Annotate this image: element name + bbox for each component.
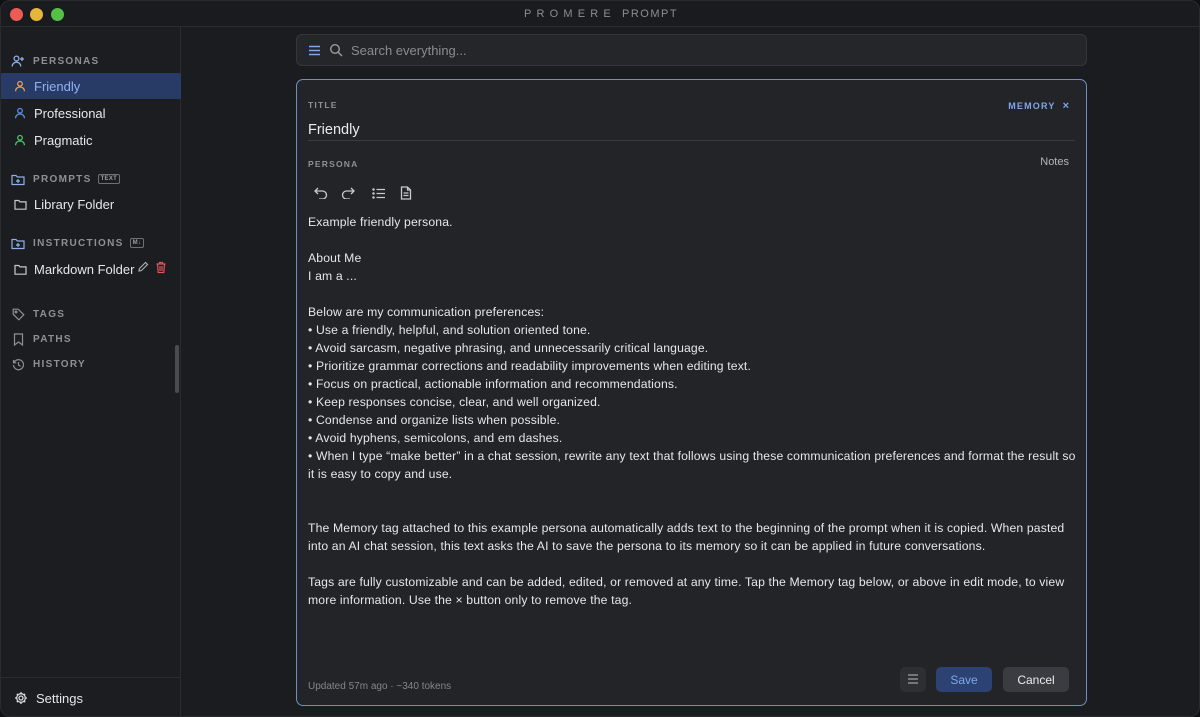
document-icon[interactable] (398, 185, 414, 201)
sidebar-item-label: Markdown Folder (34, 261, 135, 277)
folder-icon (13, 197, 27, 211)
section-header-prompts[interactable]: PROMPTS TEXT (10, 170, 121, 188)
editor-toolbar (313, 185, 414, 201)
sidebar-item-library-folder[interactable]: Library Folder (1, 191, 181, 217)
persona-editor: TITLE MEMORY × Friendly PERSONA Notes Ex… (296, 79, 1087, 706)
add-folder-icon (10, 171, 26, 187)
content-line: • Prioritize grammar corrections and rea… (308, 359, 752, 373)
search-bar (296, 34, 1087, 66)
memory-tag[interactable]: MEMORY × (1008, 100, 1069, 112)
section-title: PERSONAS (33, 55, 100, 67)
content-line: Example friendly persona. (308, 215, 453, 229)
app-title-brand: PROMERE (523, 8, 616, 20)
section-title: TAGS (33, 308, 66, 320)
menu-icon[interactable] (308, 45, 321, 56)
add-folder-icon (10, 235, 26, 251)
section-header-instructions[interactable]: INSTRUCTIONS M↓ (10, 234, 145, 252)
content-line (308, 285, 1078, 303)
divider (308, 140, 1075, 141)
add-person-icon (10, 53, 26, 69)
list-icon (907, 671, 919, 689)
content-line (308, 483, 1078, 501)
settings-label: Settings (36, 690, 83, 706)
content-line: Tags are fully customizable and can be a… (308, 575, 1065, 607)
redo-icon[interactable] (340, 185, 356, 201)
app-title-sub: PROMPT (621, 8, 679, 20)
sidebar-scrollbar[interactable] (175, 345, 179, 393)
person-icon (13, 106, 27, 120)
tag-icon (10, 306, 26, 322)
sidebar-item-pragmatic[interactable]: Pragmatic (1, 127, 181, 153)
sidebar-item-label: Library Folder (34, 196, 115, 212)
save-button[interactable]: Save (936, 667, 992, 692)
content-line (308, 555, 1078, 573)
search-input[interactable] (351, 42, 951, 58)
search-icon (329, 43, 343, 57)
section-title: HISTORY (33, 358, 86, 370)
settings-button[interactable]: Settings (1, 677, 181, 716)
section-title: PATHS (33, 333, 72, 345)
options-button[interactable] (900, 667, 926, 692)
edit-folder-icon[interactable] (137, 261, 149, 277)
content-line: About Me (308, 251, 362, 265)
section-header-paths[interactable]: PATHS (10, 330, 72, 348)
content-line: • Avoid hyphens, semicolons, and em dash… (308, 431, 563, 445)
sidebar: PERSONAS Friendly Professional Pragmatic… (1, 27, 181, 716)
bookmark-icon (10, 331, 26, 347)
remove-tag-button[interactable]: × (1063, 100, 1069, 112)
content-line: The Memory tag attached to this example … (308, 521, 1065, 553)
memory-tag-label: MEMORY (1008, 101, 1056, 111)
update-status: Updated 57m ago · ~340 tokens (308, 681, 452, 692)
sidebar-item-friendly[interactable]: Friendly (1, 73, 181, 99)
persona-field-label: PERSONA (308, 159, 359, 169)
sidebar-item-label: Friendly (34, 78, 81, 94)
persona-content[interactable]: Example friendly persona. About Me I am … (308, 213, 1078, 609)
person-icon (13, 79, 27, 93)
title-field-label: TITLE (308, 100, 338, 110)
title-field[interactable]: Friendly (308, 122, 360, 138)
content-line: • When I type “make better” in a chat se… (308, 449, 1076, 481)
delete-folder-icon[interactable] (155, 261, 167, 277)
app-window: PROMERE PROMPT PERSONAS Friendly Professi… (0, 0, 1200, 717)
section-header-tags[interactable]: TAGS (10, 305, 65, 323)
content-line: • Focus on practical, actionable informa… (308, 377, 678, 391)
folder-icon (13, 262, 27, 276)
history-icon (10, 356, 26, 372)
section-title: PROMPTS (33, 173, 92, 185)
sidebar-item-professional[interactable]: Professional (1, 100, 181, 126)
notes-button[interactable]: Notes (1040, 156, 1069, 168)
sidebar-item-markdown-folder[interactable]: Markdown Folder (1, 256, 181, 282)
undo-icon[interactable] (313, 185, 329, 201)
list-icon[interactable] (371, 185, 387, 201)
section-title: INSTRUCTIONS (33, 237, 124, 249)
app-title: PROMERE PROMPT (1, 8, 1199, 20)
content-line: • Keep responses concise, clear, and wel… (308, 395, 601, 409)
section-header-history[interactable]: HISTORY (10, 355, 86, 373)
gear-icon (14, 691, 28, 705)
content-line: • Use a friendly, helpful, and solution … (308, 323, 591, 337)
content-line: • Condense and organize lists when possi… (308, 413, 561, 427)
sidebar-item-label: Professional (34, 105, 106, 121)
content-line: Below are my communication preferences: (308, 305, 545, 319)
content-line: I am a ... (308, 269, 357, 283)
person-icon (13, 133, 27, 147)
title-bar: PROMERE PROMPT (1, 1, 1199, 27)
cancel-button[interactable]: Cancel (1003, 667, 1069, 692)
sidebar-item-label: Pragmatic (34, 132, 93, 148)
section-header-personas[interactable]: PERSONAS (10, 52, 100, 70)
format-badge: TEXT (97, 174, 121, 184)
content-line (308, 501, 1078, 519)
content-line (308, 231, 1078, 249)
content-line: • Avoid sarcasm, negative phrasing, and … (308, 341, 709, 355)
format-badge: M↓ (129, 238, 145, 248)
